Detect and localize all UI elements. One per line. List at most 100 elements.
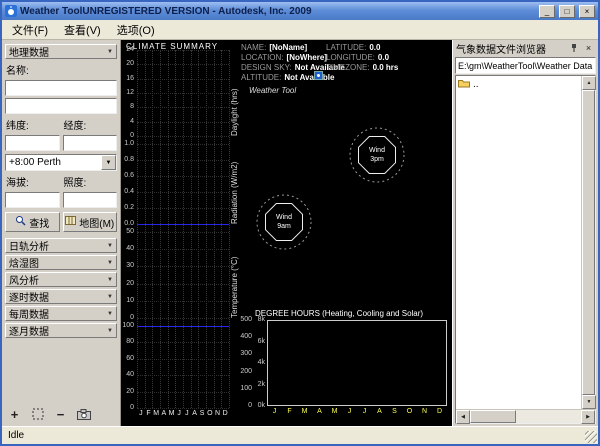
menu-file[interactable]: 文件(F) (4, 20, 56, 40)
wind-time: 3pm (370, 155, 384, 164)
grid-line (214, 50, 215, 408)
window-title: Weather ToolUNREGISTERED VERSION - Autod… (20, 6, 535, 17)
maximize-button[interactable]: □ (559, 5, 575, 18)
axis-tick-label: 24 (121, 46, 134, 53)
sidebar-section-weekly[interactable]: 每周数据 ▼ (5, 306, 117, 321)
info-location: LOCATION:[NoWhere] (241, 53, 327, 62)
month-label: N (417, 408, 432, 415)
sidebar-section-psychrometric[interactable]: 焓湿图 ▼ (5, 255, 117, 270)
chevron-down-icon: ▼ (107, 294, 113, 300)
info-longitude: LONGITUDE:0.0 (326, 53, 389, 62)
scroll-thumb[interactable] (470, 410, 516, 423)
latitude-input[interactable] (5, 135, 60, 151)
altitude-input[interactable] (5, 192, 60, 208)
month-label: N (214, 410, 222, 417)
map-button-label: 地图(M) (79, 215, 114, 230)
axis-tick-label: 60 (121, 355, 134, 362)
month-label: M (327, 408, 342, 415)
month-label: F (282, 408, 297, 415)
grid-line (137, 144, 229, 145)
scroll-up-icon[interactable]: ▲ (582, 76, 596, 90)
minimize-button[interactable]: _ (539, 5, 555, 18)
axis-tick-label: 30 (121, 262, 134, 269)
timezone-select[interactable]: +8:00 Perth ▼ (5, 154, 117, 171)
zoom-out-button[interactable]: − (52, 406, 69, 422)
month-label: A (160, 410, 168, 417)
sidebar-section-wind[interactable]: 风分析 ▼ (5, 272, 117, 287)
axis-tick-label: 16 (121, 75, 134, 82)
month-label: A (312, 408, 327, 415)
section-label: 焓湿图 (9, 255, 39, 270)
name-input[interactable] (5, 80, 117, 96)
grid-line (152, 50, 153, 408)
vertical-scrollbar[interactable]: ▲ ▼ (581, 76, 595, 409)
sidebar-section-monthly[interactable]: 逐月数据 ▼ (5, 323, 117, 338)
axis-tick-label: 100 (121, 322, 134, 329)
close-panel-button[interactable]: × (582, 42, 595, 55)
find-button[interactable]: 查找 (5, 212, 60, 232)
tree-item-label: .. (473, 79, 479, 90)
wind-9am-indicator[interactable]: Wind 9am (254, 192, 314, 252)
illuminance-input[interactable] (63, 192, 118, 208)
grid-line (137, 342, 229, 343)
snapshot-button[interactable] (75, 406, 92, 422)
scroll-thumb[interactable] (582, 90, 595, 395)
axis-tick-label: 6k (254, 338, 265, 345)
axis-tick-label: 2k (254, 381, 265, 388)
pin-icon[interactable] (567, 42, 580, 55)
menu-view[interactable]: 查看(V) (56, 20, 109, 40)
sidebar-section-hourly[interactable]: 逐时数据 ▼ (5, 289, 117, 304)
content-area: 地理数据 ▼ 名称: 纬度: 经度: +8:00 Perth ▼ 海拔: 照度: (2, 40, 598, 426)
timezone-value: +8:00 Perth (6, 157, 101, 168)
geo-section-header[interactable]: 地理数据 ▼ (5, 44, 117, 59)
axis-tick-label: 80 (121, 338, 134, 345)
section-label: 日轨分析 (9, 238, 49, 253)
axis-tick-label: 0 (121, 314, 134, 321)
statusbar: Idle (2, 426, 598, 444)
grid-line (183, 50, 184, 408)
scroll-left-icon[interactable]: ◀ (456, 410, 470, 424)
section-label: 风分析 (9, 272, 39, 287)
scroll-right-icon[interactable]: ▶ (581, 410, 595, 424)
section-label: 每周数据 (9, 306, 49, 321)
grid-line (137, 79, 229, 80)
axis-tick-label: 400 (233, 333, 252, 340)
grid-line (221, 50, 222, 408)
axis-tick-label: 0.6 (121, 172, 134, 179)
grid-line (137, 160, 229, 161)
region-input[interactable] (5, 98, 117, 114)
horizontal-scrollbar[interactable]: ◀ ▶ (456, 409, 595, 423)
zero-line (137, 224, 229, 225)
grid-line (168, 50, 169, 408)
weathertool-logo-icon (314, 71, 323, 80)
degree-hours-title: DEGREE HOURS (Heating, Cooling and Solar… (255, 309, 423, 318)
wind-3pm-indicator[interactable]: Wind 3pm (347, 125, 407, 185)
scroll-down-icon[interactable]: ▼ (582, 395, 596, 409)
month-label: S (198, 410, 206, 417)
close-button[interactable]: × (579, 5, 595, 18)
axis-tick-label: 500 (233, 316, 252, 323)
zoom-in-button[interactable]: + (6, 406, 23, 422)
month-label: A (191, 410, 199, 417)
info-latitude: LATITUDE:0.0 (326, 43, 380, 52)
chevron-down-icon[interactable]: ▼ (101, 155, 116, 170)
fit-view-button[interactable] (29, 406, 46, 422)
resize-grip[interactable] (585, 431, 597, 443)
path-input[interactable] (455, 57, 596, 74)
grid-line (137, 176, 229, 177)
menu-options[interactable]: 选项(O) (109, 20, 163, 40)
axis-tick-label: 12 (121, 89, 134, 96)
titlebar: Weather ToolUNREGISTERED VERSION - Autod… (2, 2, 598, 20)
grid-line (137, 301, 229, 302)
axis-tick-label: 0.8 (121, 156, 134, 163)
status-text: Idle (8, 430, 24, 441)
month-label: O (402, 408, 417, 415)
grid-line (137, 107, 229, 108)
longitude-input[interactable] (63, 135, 118, 151)
tree-item-parent-dir[interactable]: .. (458, 78, 579, 91)
map-button[interactable]: 地图(M) (63, 212, 118, 232)
file-tree: .. ▲ ▼ ◀ ▶ (455, 75, 596, 424)
grid-line (175, 50, 176, 408)
axis-tick-label: 0 (121, 132, 134, 139)
sidebar-section-sunpath[interactable]: 日轨分析 ▼ (5, 238, 117, 253)
